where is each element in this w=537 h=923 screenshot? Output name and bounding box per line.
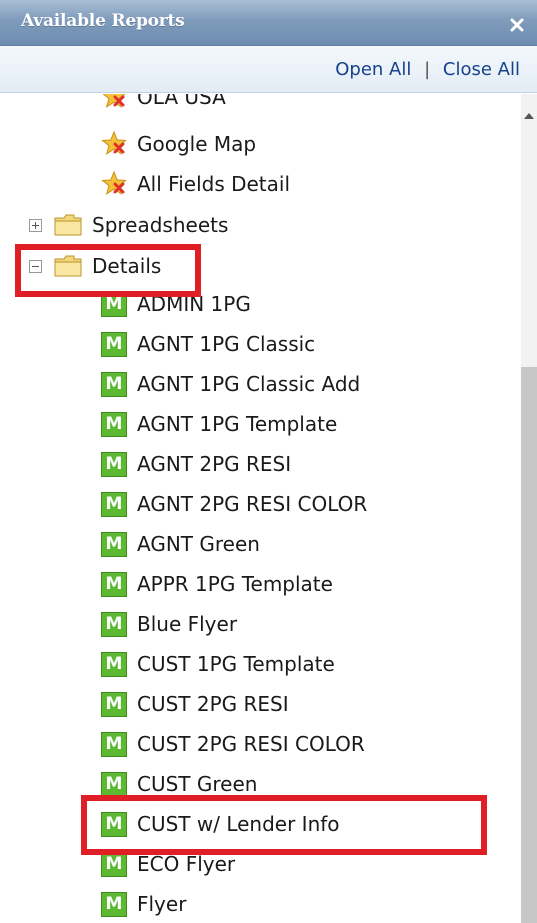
report-label: Blue Flyer <box>137 612 238 636</box>
m-report-icon: M <box>101 451 127 477</box>
toolbar-separator: | <box>424 59 431 80</box>
folder-spreadsheets[interactable]: Spreadsheets <box>29 207 228 243</box>
folder-details[interactable]: Details <box>29 248 161 284</box>
panel-title: Available Reports <box>21 11 185 31</box>
report-label: CUST 1PG Template <box>137 652 335 676</box>
scrollbar-thumb[interactable] <box>521 367 537 923</box>
folder-icon <box>54 214 82 236</box>
m-report-icon: M <box>101 371 127 397</box>
star-remove-icon <box>101 131 127 155</box>
m-report-icon: M <box>101 891 127 917</box>
report-cust-2pg-resi[interactable]: M CUST 2PG RESI <box>101 686 289 722</box>
folder-icon <box>54 255 82 277</box>
report-agnt-1pg-classic-add[interactable]: M AGNT 1PG Classic Add <box>101 366 360 402</box>
report-appr-1pg-template[interactable]: M APPR 1PG Template <box>101 566 333 602</box>
toolbar-links: Open All | Close All <box>335 59 520 80</box>
m-report-icon: M <box>101 851 127 877</box>
report-label: ECO Flyer <box>137 852 236 876</box>
report-label: CUST 2PG RESI COLOR <box>137 732 365 756</box>
report-label: AGNT 1PG Classic <box>137 332 316 356</box>
folder-label: Spreadsheets <box>92 213 229 237</box>
expand-icon[interactable] <box>29 218 42 232</box>
scroll-up-arrow-icon[interactable] <box>524 113 534 119</box>
report-cust-green[interactable]: M CUST Green <box>101 766 257 802</box>
m-report-icon: M <box>101 811 127 837</box>
m-report-icon: M <box>101 611 127 637</box>
report-eco-flyer[interactable]: M ECO Flyer <box>101 846 235 882</box>
tree-item-google-map[interactable]: Google Map <box>101 126 256 162</box>
report-agnt-green[interactable]: M AGNT Green <box>101 526 260 562</box>
report-label: AGNT 1PG Template <box>137 412 338 436</box>
tree-item-label: Google Map <box>137 132 257 156</box>
report-blue-flyer[interactable]: M Blue Flyer <box>101 606 237 642</box>
m-report-icon: M <box>101 491 127 517</box>
report-label: APPR 1PG Template <box>137 572 333 596</box>
report-label: AGNT 2PG RESI COLOR <box>137 492 368 516</box>
report-cust-1pg-template[interactable]: M CUST 1PG Template <box>101 646 335 682</box>
report-label: AGNT Green <box>137 532 260 556</box>
m-report-icon: M <box>101 651 127 677</box>
star-remove-icon <box>102 94 126 108</box>
report-label: CUST 2PG RESI <box>137 692 289 716</box>
m-report-icon: M <box>101 771 127 797</box>
reports-tree: OLA USA Google Map All Fields Detail Spr… <box>0 94 537 923</box>
report-agnt-2pg-resi-color[interactable]: M AGNT 2PG RESI COLOR <box>101 486 367 522</box>
report-agnt-2pg-resi[interactable]: M AGNT 2PG RESI <box>101 446 291 482</box>
m-report-icon: M <box>101 411 127 437</box>
report-label: CUST Green <box>137 772 258 796</box>
m-report-icon: M <box>101 291 127 317</box>
m-report-icon: M <box>101 331 127 357</box>
report-label: CUST w/ Lender Info <box>137 812 340 836</box>
report-label: Flyer <box>137 892 187 916</box>
tree-item-ola-usa[interactable]: OLA USA <box>101 94 226 115</box>
close-all-link[interactable]: Close All <box>443 59 520 80</box>
report-label: AGNT 2PG RESI <box>137 452 292 476</box>
report-cust-2pg-resi-color[interactable]: M CUST 2PG RESI COLOR <box>101 726 365 762</box>
panel-toolbar: Open All | Close All <box>0 46 537 93</box>
star-remove-icon <box>101 171 127 195</box>
report-label: AGNT 1PG Classic Add <box>137 372 361 396</box>
report-cust-w-lender-info[interactable]: M CUST w/ Lender Info <box>101 806 340 842</box>
available-reports-panel: Available Reports Open All | Close All O… <box>0 0 537 923</box>
report-flyer[interactable]: M Flyer <box>101 886 186 922</box>
report-agnt-1pg-template[interactable]: M AGNT 1PG Template <box>101 406 337 442</box>
m-report-icon: M <box>101 531 127 557</box>
m-report-icon: M <box>101 731 127 757</box>
tree-item-label: All Fields Detail <box>137 172 291 196</box>
m-report-icon: M <box>101 691 127 717</box>
report-agnt-1pg-classic[interactable]: M AGNT 1PG Classic <box>101 326 315 362</box>
folder-label: Details <box>92 254 162 278</box>
close-icon[interactable] <box>509 17 525 33</box>
tree-item-label: OLA USA <box>137 94 226 109</box>
report-admin-1pg[interactable]: M ADMIN 1PG <box>101 286 251 322</box>
tree-item-all-fields-detail[interactable]: All Fields Detail <box>101 166 290 202</box>
panel-header: Available Reports <box>0 0 537 46</box>
open-all-link[interactable]: Open All <box>335 59 411 80</box>
collapse-icon[interactable] <box>29 259 42 273</box>
m-report-icon: M <box>101 571 127 597</box>
report-label: ADMIN 1PG <box>137 292 251 316</box>
